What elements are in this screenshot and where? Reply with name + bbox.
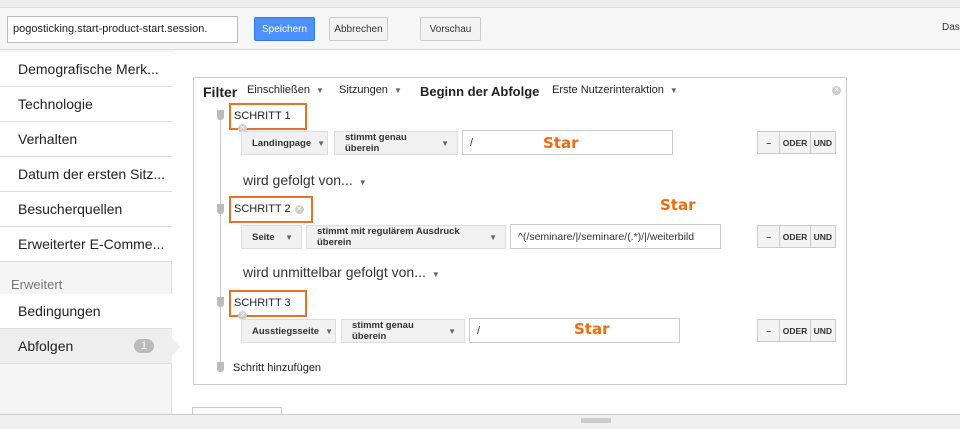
sidebar-item-ecommerce[interactable]: Erweiterter E-Comme... [0,227,172,262]
sidebar-item-datum[interactable]: Datum der ersten Sitz... [0,157,172,192]
step-marker-icon [217,110,224,120]
save-button[interactable]: Speichern [254,17,315,41]
step-1-dimension-select[interactable]: Landingpage ▼ [241,131,328,155]
filter-title: Filter [203,84,238,100]
chevron-down-icon: ▼ [317,138,326,148]
step-3-label: SCHRITT 3✕ [229,290,307,320]
chevron-down-icon: ▼ [448,326,456,336]
connector-1-dropdown[interactable]: wird gefolgt von... ▼ [243,172,367,188]
count-badge: 1 [133,339,154,353]
selection-arrow [172,338,180,356]
step-2-label: SCHRITT 2 ✕ [229,196,313,223]
step-2-dimension-select[interactable]: Seite ▼ [241,225,302,249]
sequence-start-dropdown[interactable]: Erste Nutzerinteraktion ▼ [552,84,678,96]
step-marker-icon [217,297,224,307]
step-2-annotation: Star [660,196,696,214]
sidebar-section-label: Erweitert [11,277,63,292]
chevron-down-icon: ▼ [489,232,497,242]
resize-bar[interactable] [0,414,960,429]
sidebar-item-verhalten[interactable]: Verhalten [0,122,172,157]
or-button[interactable]: ODER [779,226,809,247]
chevron-down-icon: ▼ [431,270,440,279]
step-2-operator-select[interactable]: stimmt mit regulärem Ausdruck überein ▼ [306,225,506,249]
step-2-logic-buttons: – ODER UND [757,225,836,248]
step-2-value-input[interactable]: ^(/seminare/|/seminare/(.*)/|/weiterbild [510,224,721,249]
step-3-dimension-select[interactable]: Ausstiegsseite ▼ [241,319,336,343]
remove-condition-button[interactable]: – [758,320,779,341]
sidebar-item-bedingungen[interactable]: Bedingungen [0,294,172,329]
and-button[interactable]: UND [809,226,835,247]
scope-dropdown[interactable]: Sitzungen ▼ [339,84,402,96]
close-filter-icon[interactable]: ✕ [832,86,841,95]
sequence-line [220,116,221,366]
and-button[interactable]: UND [809,320,835,341]
remove-step-icon[interactable]: ✕ [294,205,304,214]
include-dropdown[interactable]: Einschließen ▼ [247,84,324,96]
chevron-down-icon: ▼ [441,138,449,148]
step-1-label: SCHRITT 1✕ [229,103,307,133]
cancel-button[interactable]: Abbrechen [329,17,388,41]
step-3-annotation: Star [574,320,610,338]
step-3-operator-select[interactable]: stimmt genau überein ▼ [341,319,465,343]
toolbar-right-text: Das [942,22,960,33]
chevron-down-icon: ▼ [325,326,333,336]
chevron-down-icon: ▼ [393,86,402,95]
connector-2-dropdown[interactable]: wird unmittelbar gefolgt von... ▼ [243,264,440,280]
sidebar-item-label: Abfolgen [18,338,74,354]
top-strip [0,0,960,8]
or-button[interactable]: ODER [779,132,809,153]
step-1-annotation: Star [543,134,579,152]
chevron-down-icon: ▼ [358,178,367,187]
step-3-logic-buttons: – ODER UND [757,319,836,342]
sidebar-item-besucherquellen[interactable]: Besucherquellen [0,192,172,227]
or-button[interactable]: ODER [779,320,809,341]
chevron-down-icon: ▼ [285,232,293,242]
remove-condition-button[interactable]: – [758,132,779,153]
segment-name-input[interactable]: pogosticking.start-product-start.session… [7,16,238,43]
and-button[interactable]: UND [809,132,835,153]
step-marker-icon [217,362,224,372]
remove-condition-button[interactable]: – [758,226,779,247]
sidebar: Demografische Merk... Technologie Verhal… [0,51,172,417]
add-step-link[interactable]: Schritt hinzufügen [233,362,321,374]
chevron-down-icon: ▼ [315,86,324,95]
step-marker-icon [217,204,224,214]
sequence-start-label: Beginn der Abfolge [420,84,540,99]
sidebar-item-abfolgen[interactable]: Abfolgen 1 [0,329,172,364]
chevron-down-icon: ▼ [669,86,678,95]
sidebar-item-technologie[interactable]: Technologie [0,87,172,122]
step-1-logic-buttons: – ODER UND [757,131,836,154]
step-1-operator-select[interactable]: stimmt genau überein ▼ [334,131,458,155]
sidebar-item-demografie[interactable]: Demografische Merk... [0,52,172,87]
resize-grip-icon[interactable] [581,418,611,423]
preview-button[interactable]: Vorschau [420,17,481,41]
